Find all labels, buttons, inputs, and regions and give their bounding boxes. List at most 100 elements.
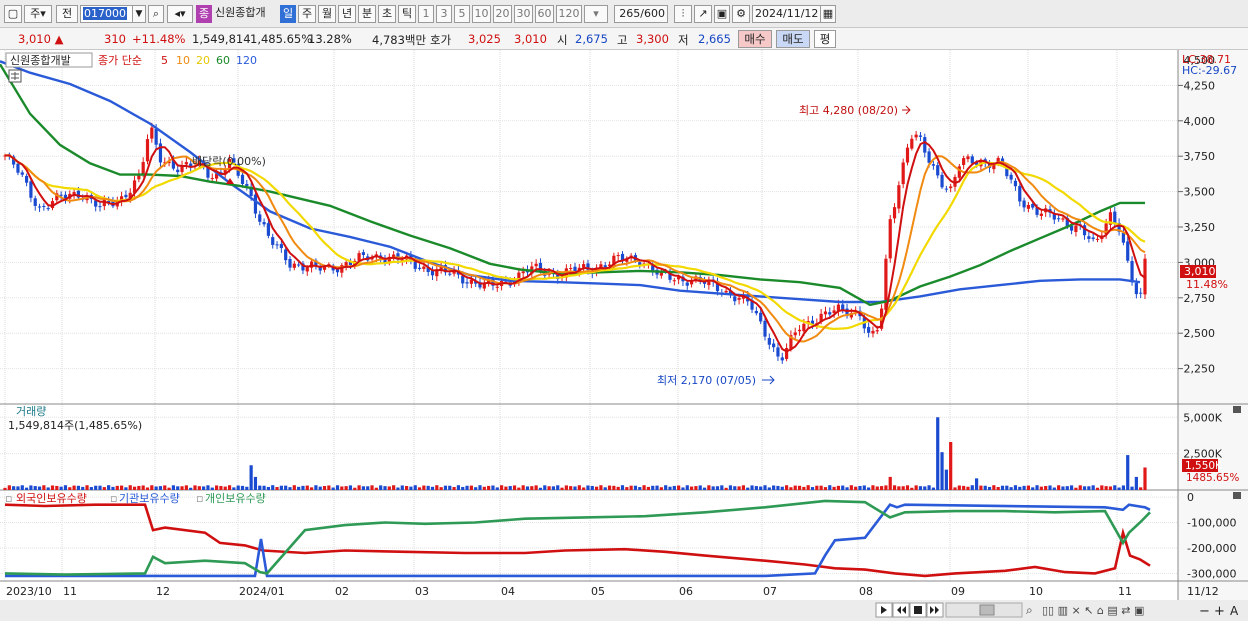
interval-10[interactable]: 10 [472,5,491,23]
volume-bar [305,485,309,490]
volume-bar [987,486,992,490]
x-tick-label: 11 [1118,585,1132,598]
tab-tick[interactable]: 틱 [398,5,416,23]
candle-body [949,186,953,189]
candle-body [1091,237,1095,239]
volume-bar [68,487,72,490]
sell-button[interactable]: 매도 [776,30,810,48]
volume-bar [957,485,961,490]
volume-bar [832,486,836,490]
speaker-icon[interactable]: ◂▾ [167,5,193,23]
tab-second[interactable]: 초 [378,5,396,23]
holdings-series-1 [5,503,1151,578]
code-dropdown-icon[interactable]: ▼ [132,5,146,23]
volume-bar [797,485,802,490]
volume-bar [737,486,741,490]
volume-bar [547,486,551,490]
save-icon[interactable]: ▣ [714,5,730,23]
volume-bar [85,485,89,490]
interval-60[interactable]: 60 [535,5,554,23]
stock-name: 신원종합개 [215,6,266,19]
zoom-icon[interactable]: ⌕ [1026,603,1033,617]
volume-bar [1095,487,1100,490]
chart-svg[interactable]: 2,2502,5002,7503,0003,2503,5003,7504,000… [0,50,1248,621]
holdings-series-0 [4,503,1151,578]
candle-body [20,172,24,175]
calendar-icon[interactable]: ▦ [820,5,836,23]
prev-button[interactable]: 전 [56,5,78,23]
zoom-in-icon[interactable]: + [1214,604,1225,619]
current-price: 3,010 ▲ [18,32,64,46]
ma10-line [4,154,1146,343]
holdings-tick-label: -100,000 [1187,517,1236,530]
candle-body [802,323,806,332]
volume-bar [910,487,914,490]
x-tick-label: 08 [859,585,873,598]
tab-week[interactable]: 주 [298,5,316,23]
tab-minute[interactable]: 분 [358,5,376,23]
volume-bar [400,485,404,490]
interval-120[interactable]: 120 [556,5,582,23]
volume-bar [50,485,55,490]
volume-bar [1005,485,1009,490]
mode-dropdown[interactable]: 주▾ [24,5,52,23]
volume-bar [42,485,46,490]
layout-icon[interactable]: ▢ [4,5,22,23]
interval-dropdown[interactable]: ▾ [584,5,608,23]
ma-legend-120: 120 [236,54,257,67]
interval-1[interactable]: 1 [418,5,434,23]
interval-5[interactable]: 5 [454,5,470,23]
indicator-icons[interactable]: ▯▯ ▥ ⨯ ↖ ⌂ ▤ ⇄ ▣ [1042,604,1144,617]
volume-bar [24,487,29,490]
gear-icon[interactable]: ⚙ [732,5,750,23]
search-icon[interactable]: ⌕ [148,5,164,23]
candle-body [828,312,832,315]
volume-bar [1048,485,1052,490]
ma-legend-5: 5 [161,54,168,67]
candle-body [1018,186,1022,202]
draw-icon[interactable]: ↗ [694,5,712,23]
volume-bar [12,486,16,490]
volume-bar [145,487,150,490]
count-value: 265 [619,7,641,20]
avg-button[interactable]: 평 [814,30,836,48]
candle-body [1074,225,1078,232]
volume-bar [629,485,633,490]
scrollbar-thumb[interactable] [979,604,995,616]
volume-bar [927,485,931,490]
volume-bar [158,486,163,490]
volume-bar [1121,485,1126,490]
tab-month[interactable]: 월 [318,5,336,23]
x-tick-label: 02 [335,585,349,598]
interval-30[interactable]: 30 [514,5,533,23]
count-max: /600 [640,7,665,20]
volume-bar [862,485,866,490]
count-field[interactable]: 265/600 [614,5,668,23]
volume-bar [262,485,266,490]
candle-body [521,271,525,274]
auto-scale-icon[interactable]: A [1230,604,1239,618]
chart-area[interactable]: 2,250 2,500 2,750 3,000 3,250 3,500 3,750 4,000… [0,50,1248,621]
volume-panel-close-icon[interactable] [1233,406,1241,413]
tab-day[interactable]: 일 [280,5,296,23]
tab-year[interactable]: 년 [338,5,356,23]
xaxis-end-label: 11/12 [1187,585,1219,598]
volume-bar [413,485,417,490]
candle-body [292,263,296,268]
candle-type-icon[interactable]: ⫶ [674,5,692,23]
volume-bar [556,485,560,490]
holdings-panel-close-icon[interactable] [1233,492,1241,499]
interval-3[interactable]: 3 [436,5,452,23]
volume-bar [733,486,737,490]
zoom-out-icon[interactable]: − [1199,604,1210,619]
volume-bar [197,486,201,490]
volume-bar [150,485,154,490]
volume-bar [456,485,461,490]
volume-bar [918,486,923,490]
buy-button[interactable]: 매수 [738,30,772,48]
volume-bar [620,485,625,490]
interval-20[interactable]: 20 [493,5,512,23]
volume-bar [240,485,245,490]
volume-bar [245,486,249,490]
volume-bar [858,485,862,490]
